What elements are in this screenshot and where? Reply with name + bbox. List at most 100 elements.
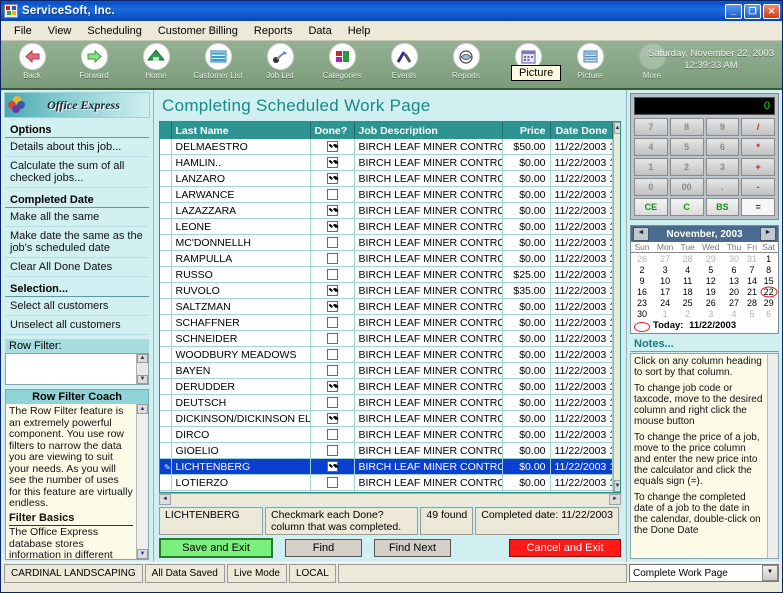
done-checkbox[interactable] <box>326 285 338 297</box>
cell-last-name[interactable]: LANZARO <box>171 170 311 187</box>
cell-done-checkbox[interactable] <box>310 314 355 331</box>
done-checkbox[interactable] <box>326 189 338 201</box>
table-row[interactable]: LOTIERZO BIRCH LEAF MINER CONTROL $0.00 11/… <box>160 474 613 491</box>
table-row[interactable]: WOODBURY MEADOWS BIRCH LEAF MINER CONTROL… <box>160 346 613 363</box>
cell-last-name[interactable]: DERUDDER <box>171 378 311 395</box>
scroll-down-icon[interactable]: ▼ <box>137 375 148 384</box>
done-checkbox[interactable] <box>326 461 338 473</box>
cell-date-done[interactable]: 11/22/2003 12 <box>550 346 613 363</box>
calendar-day[interactable]: 27 <box>723 297 744 308</box>
calculator-key-dot[interactable]: . <box>705 178 740 196</box>
toolbar-button-picture[interactable]: Picture <box>559 43 621 80</box>
cell-price[interactable]: $0.00 <box>502 474 551 491</box>
done-checkbox[interactable] <box>326 413 338 425</box>
table-row[interactable]: LARWANCE BIRCH LEAF MINER CONTROL $0.00 11/… <box>160 186 613 203</box>
calendar-prev-button[interactable]: ◄ <box>633 227 649 241</box>
calendar-day[interactable]: 4 <box>723 308 744 319</box>
calendar-day[interactable]: 23 <box>631 297 653 308</box>
calculator-key-0[interactable]: 0 <box>634 178 668 196</box>
cell-last-name[interactable]: DIRCO <box>171 426 311 443</box>
done-checkbox[interactable] <box>326 269 338 281</box>
coach-scrollbar[interactable]: ▲ ▼ <box>136 404 148 559</box>
cell-price[interactable]: $0.00 <box>502 330 551 347</box>
cell-last-name[interactable]: LOTIERZO <box>171 474 311 491</box>
calendar-day[interactable]: 13 <box>723 275 744 286</box>
done-checkbox[interactable] <box>326 429 338 441</box>
cell-job-description[interactable]: BIRCH LEAF MINER CONTROL <box>354 170 503 187</box>
calculator-key-c[interactable]: C <box>669 198 704 216</box>
calculator-key-bs[interactable]: BS <box>705 198 740 216</box>
cell-job-description[interactable]: BIRCH LEAF MINER CONTROL <box>354 218 503 235</box>
sidebar-item-calculate-sum[interactable]: Calculate the sum of all checked jobs... <box>5 157 149 188</box>
calendar-day[interactable]: 29 <box>698 253 723 265</box>
menu-item-scheduling[interactable]: Scheduling <box>79 23 149 39</box>
calculator-key-plus[interactable]: + <box>741 158 775 176</box>
toolbar-button-reports[interactable]: Reports <box>435 43 497 80</box>
cell-done-checkbox[interactable] <box>310 378 355 395</box>
cell-last-name[interactable]: SALTZMAN <box>171 298 311 315</box>
cell-done-checkbox[interactable] <box>310 394 355 411</box>
cell-done-checkbox[interactable] <box>310 298 355 315</box>
cell-price[interactable]: $35.00 <box>502 282 551 299</box>
close-button[interactable]: ✕ <box>763 3 780 19</box>
cell-date-done[interactable]: 11/22/2003 12 <box>550 314 613 331</box>
sidebar-item-details-about-job[interactable]: Details about this job... <box>5 138 149 157</box>
table-row[interactable]: SCHNEIDER BIRCH LEAF MINER CONTROL $0.00 11… <box>160 330 613 347</box>
cell-price[interactable]: $0.00 <box>502 186 551 203</box>
calendar-day[interactable]: 8 <box>759 264 778 275</box>
calendar-day[interactable]: 18 <box>677 286 698 297</box>
scroll-right-icon[interactable]: ► <box>609 494 621 505</box>
calendar-day[interactable]: 22 <box>759 286 778 297</box>
table-row[interactable]: HAMLIN.. BIRCH LEAF MINER CONTROL $0.00 11/… <box>160 154 613 171</box>
cell-last-name[interactable]: WOODBURY MEADOWS <box>171 346 311 363</box>
scroll-up-icon[interactable]: ▲ <box>137 404 148 414</box>
toolbar-button-customer-list[interactable]: Customer List <box>187 43 249 80</box>
calendar-day[interactable]: 9 <box>631 275 653 286</box>
row-filter-input[interactable]: ▲ ▼ <box>5 353 149 385</box>
cell-job-description[interactable]: BIRCH LEAF MINER CONTROL <box>354 266 503 283</box>
cell-date-done[interactable]: 11/22/2003 12 <box>550 139 613 155</box>
cell-last-name[interactable]: DICKINSON/DICKINSON ELEC <box>171 410 311 427</box>
cell-job-description[interactable]: BIRCH LEAF MINER CONTROL <box>354 234 503 251</box>
calendar-day[interactable]: 15 <box>759 275 778 286</box>
calendar-day[interactable]: 6 <box>723 264 744 275</box>
calendar-day[interactable]: 2 <box>677 308 698 319</box>
cell-job-description[interactable]: BIRCH LEAF MINER CONTROL <box>354 298 503 315</box>
done-checkbox[interactable] <box>326 349 338 361</box>
cell-date-done[interactable]: 11/22/2003 12 <box>550 410 613 427</box>
cell-done-checkbox[interactable] <box>310 330 355 347</box>
scroll-left-icon[interactable]: ◄ <box>159 494 171 505</box>
calendar-day[interactable]: 29 <box>759 297 778 308</box>
cell-price[interactable]: $0.00 <box>502 346 551 363</box>
notes-scrollbar[interactable] <box>767 354 778 558</box>
done-checkbox[interactable] <box>326 157 338 169</box>
calculator-key-1[interactable]: 1 <box>634 158 668 176</box>
table-row[interactable]: DICKINSON/DICKINSON ELEC BIRCH LEAF MINER… <box>160 410 613 427</box>
scroll-up-icon[interactable]: ▲ <box>613 122 620 134</box>
menu-item-help[interactable]: Help <box>340 23 379 39</box>
cell-done-checkbox[interactable] <box>310 442 355 459</box>
calendar-day[interactable]: 24 <box>653 297 677 308</box>
table-row[interactable]: DIRCO BIRCH LEAF MINER CONTROL $0.00 11/22/… <box>160 426 613 443</box>
toolbar-button-events[interactable]: Events <box>373 43 435 80</box>
sidebar-item-make-date-same-scheduled[interactable]: Make date the same as the job's schedule… <box>5 227 149 258</box>
table-row[interactable]: MC'DONNELLH BIRCH LEAF MINER CONTROL $0.00… <box>160 234 613 251</box>
table-row[interactable]: DEUTSCH BIRCH LEAF MINER CONTROL $0.00 11/2… <box>160 394 613 411</box>
cell-price[interactable]: $0.00 <box>502 202 551 219</box>
menu-item-file[interactable]: File <box>6 23 40 39</box>
calendar-day[interactable]: 25 <box>677 297 698 308</box>
save-and-exit-button[interactable]: Save and Exit <box>159 538 273 558</box>
table-row[interactable]: RUVOLO BIRCH LEAF MINER CONTROL $35.00 11/2… <box>160 282 613 299</box>
maximize-button[interactable]: ❐ <box>744 3 761 19</box>
cell-done-checkbox[interactable] <box>310 410 355 427</box>
cell-job-description[interactable]: BIRCH LEAF MINER CONTROL <box>354 250 503 267</box>
cell-job-description[interactable]: BIRCH LEAF MINER CONTROL <box>354 282 503 299</box>
cell-date-done[interactable]: 11/22/2003 12 <box>550 442 613 459</box>
calculator-key-6[interactable]: 6 <box>705 138 740 156</box>
calculator-key-5[interactable]: 5 <box>669 138 704 156</box>
cell-job-description[interactable]: BIRCH LEAF MINER CONTROL <box>354 346 503 363</box>
cell-done-checkbox[interactable] <box>310 218 355 235</box>
cell-price[interactable]: $0.00 <box>502 490 551 492</box>
calendar-next-button[interactable]: ► <box>760 227 776 241</box>
cell-date-done[interactable]: 11/22/2003 12 <box>550 282 613 299</box>
